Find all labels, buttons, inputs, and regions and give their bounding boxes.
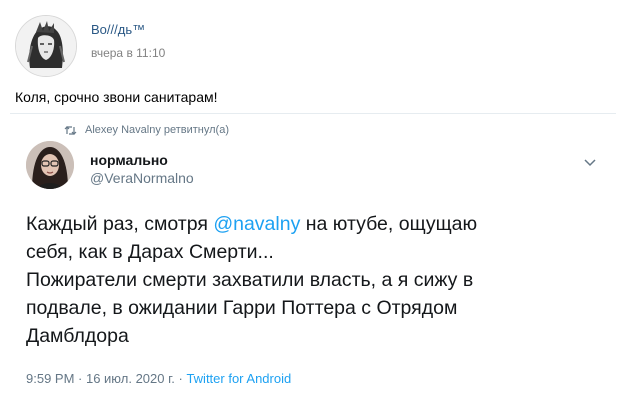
post-timestamp[interactable]: вчера в 11:10 <box>91 46 165 60</box>
embedded-tweet[interactable]: Alexey Navalny ретвитнул(а) нормально @V… <box>10 113 616 401</box>
tweet-text: Каждый раз, смотря @navalny на ютубе, ощ… <box>26 210 606 350</box>
author-name-link[interactable]: Во///дь™ <box>91 22 145 37</box>
author-avatar[interactable] <box>15 15 77 77</box>
tweet-timestamp[interactable]: 9:59 PM · 16 июл. 2020 г. · <box>26 371 186 386</box>
mention-link[interactable]: @navalny <box>213 213 300 235</box>
tweet-author-avatar[interactable] <box>26 141 74 189</box>
retweet-indicator: Alexey Navalny ретвитнул(а) <box>64 124 229 136</box>
tweet-meta: 9:59 PM · 16 июл. 2020 г. · Twitter for … <box>26 371 291 386</box>
retweet-label: Alexey Navalny ретвитнул(а) <box>85 124 229 136</box>
tweet-line-2: себя, как в Дарах Смерти... <box>26 241 274 263</box>
tweet-source-link[interactable]: Twitter for Android <box>186 371 291 386</box>
post-text: Коля, срочно звони санитарам! <box>15 89 218 105</box>
tweet-text-segment: на ютубе, ощущаю <box>300 213 478 235</box>
tweet-display-name[interactable]: нормально <box>90 152 168 168</box>
tweet-line-1: Каждый раз, смотря @navalny на ютубе, ощ… <box>26 210 606 238</box>
tweet-line-3: Пожиратели смерти захватили власть, а я … <box>26 269 474 291</box>
retweet-icon <box>64 125 77 135</box>
tweet-line-4: подвале, в ожидании Гарри Поттера с Отря… <box>26 297 458 319</box>
tweet-line-5: Дамблдора <box>26 325 129 347</box>
chevron-down-icon <box>584 159 596 167</box>
tweet-author-avatar-image <box>26 141 74 189</box>
tweet-options-button[interactable] <box>584 152 596 171</box>
vk-post: Во///дь™ вчера в 11:10 Коля, срочно звон… <box>0 0 620 401</box>
author-avatar-image <box>16 16 76 76</box>
tweet-text-segment: Каждый раз, смотря <box>26 213 214 235</box>
tweet-handle[interactable]: @VeraNormalno <box>90 170 194 186</box>
